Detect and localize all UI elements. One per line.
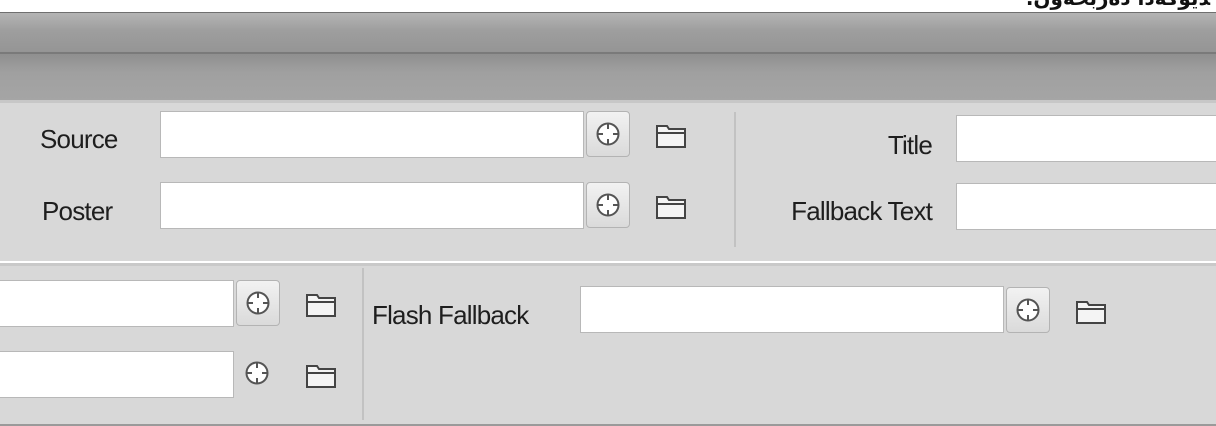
crosshair-target-icon	[246, 291, 270, 315]
fallback-source-field-2[interactable]	[0, 351, 234, 398]
top-strip: ﺪﯾﯚﮐﻪﺩﺍ ﺩﻩﺭﺑﺨﻪﻭﻥ.	[0, 0, 1216, 12]
fallback-source-field-1[interactable]	[0, 280, 234, 327]
section-divider	[734, 112, 736, 247]
flash-fallback-folder-icon[interactable]	[1076, 298, 1106, 324]
title-label: Title	[887, 130, 933, 160]
poster-field[interactable]	[160, 182, 584, 229]
rtl-title-text: ﺪﯾﯚﮐﻪﺩﺍ ﺩﻩﺭﺑﺨﻪﻭﻥ.	[1026, 0, 1210, 10]
title-field[interactable]	[956, 115, 1216, 162]
fallback-field-2-target-button[interactable]	[236, 351, 280, 397]
fallback-text-label: Fallback Text	[791, 196, 933, 226]
source-target-button[interactable]	[586, 111, 630, 157]
fallback-text-field[interactable]	[956, 183, 1216, 230]
source-label: Source	[40, 124, 118, 154]
fallback-divider	[362, 268, 364, 420]
source-browse-folder-icon[interactable]	[656, 122, 686, 148]
poster-target-button[interactable]	[586, 182, 630, 228]
crosshair-target-icon	[596, 193, 620, 217]
poster-label: Poster	[42, 196, 113, 226]
source-field[interactable]	[160, 111, 584, 158]
toolbar-bar	[0, 12, 1216, 52]
poster-browse-folder-icon[interactable]	[656, 193, 686, 219]
crosshair-target-icon	[1016, 298, 1040, 322]
flash-fallback-label: Flash Fallback	[372, 300, 529, 330]
crosshair-target-icon	[245, 361, 269, 385]
fallback-field-1-target-button[interactable]	[236, 280, 280, 326]
fallback-field-2-folder-icon[interactable]	[306, 362, 336, 388]
crosshair-target-icon	[596, 122, 620, 146]
flash-fallback-target-button[interactable]	[1006, 287, 1050, 333]
fallback-field-1-folder-icon[interactable]	[306, 291, 336, 317]
flash-fallback-field[interactable]	[580, 286, 1004, 333]
secondary-bar	[0, 52, 1216, 100]
